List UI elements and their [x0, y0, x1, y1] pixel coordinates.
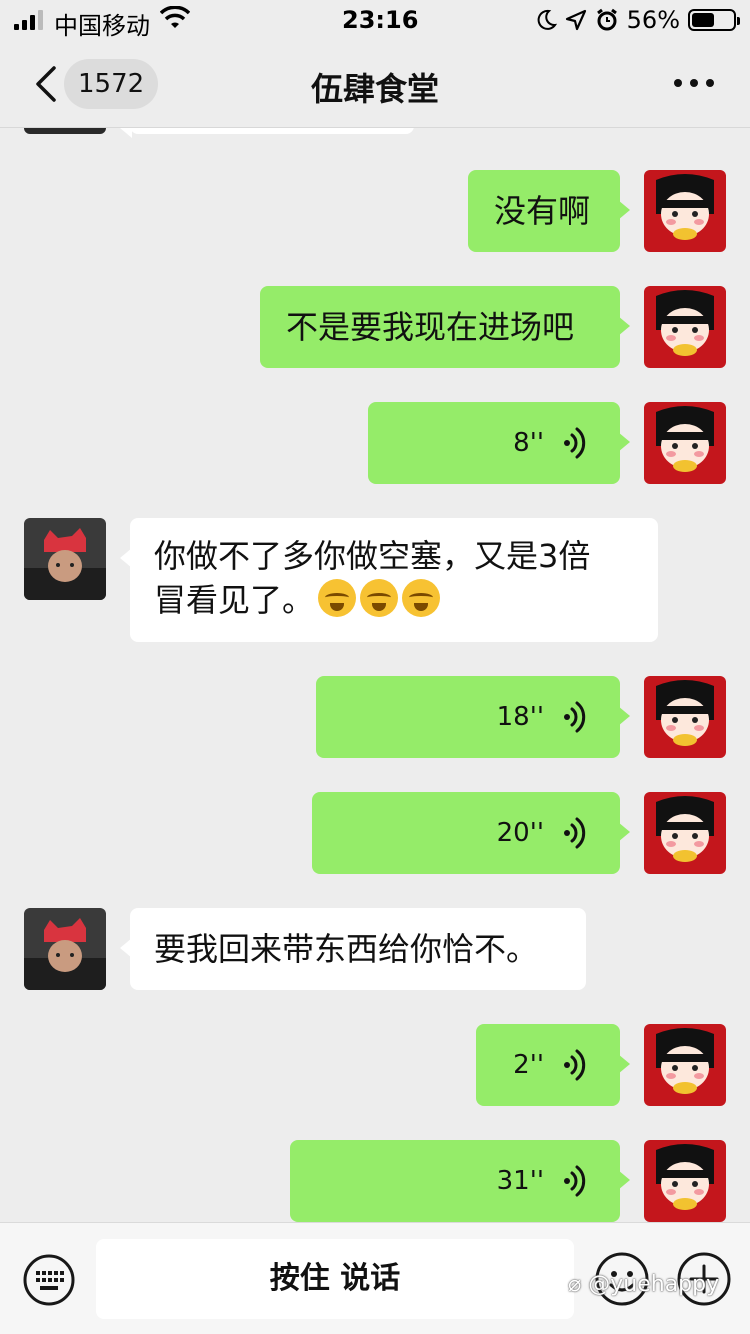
keyboard-icon[interactable] [22, 1253, 76, 1307]
my-avatar[interactable] [644, 286, 726, 368]
battery-percent: 56% [626, 6, 680, 34]
message-bubble-incoming[interactable]: 要我回来带东西给你恰不。 [120, 908, 586, 990]
message-bubble-incoming[interactable]: 你做不了多你做空塞，又是3倍 冒看见了。 [120, 518, 658, 642]
voice-wave-icon [564, 817, 586, 849]
my-avatar[interactable] [644, 676, 726, 758]
message-text: 不是要我现在进场吧 [286, 308, 575, 346]
message-bubble-outgoing[interactable]: 没有啊 [468, 170, 630, 252]
battery-icon [688, 9, 740, 31]
contact-avatar[interactable] [24, 128, 106, 134]
my-avatar[interactable] [644, 170, 726, 252]
message-row: 你做不了多你做空塞，又是3倍 冒看见了。 [0, 518, 750, 642]
message-row: 20'' [0, 792, 750, 874]
alarm-icon [596, 8, 617, 31]
voice-wave-icon [564, 701, 586, 733]
voice-duration: 18'' [496, 702, 544, 732]
message-bubble-outgoing[interactable]: 不是要我现在进场吧 [260, 286, 630, 368]
more-dots-icon[interactable] [672, 70, 716, 96]
message-text-line: 你做不了多你做空塞，又是3倍 [154, 537, 591, 575]
voice-message-bubble[interactable]: 20'' [312, 792, 630, 874]
contact-avatar[interactable] [24, 518, 106, 600]
message-row: 8'' [0, 402, 750, 484]
voice-message-bubble[interactable]: 18'' [316, 676, 630, 758]
message-text: 没有啊 [494, 192, 591, 230]
my-avatar[interactable] [644, 1140, 726, 1222]
message-row: 要我回来带东西给你恰不。 [0, 908, 750, 990]
voice-wave-icon [564, 1049, 586, 1081]
voice-duration: 8'' [513, 428, 544, 458]
voice-message-bubble[interactable]: 8'' [368, 402, 630, 484]
hold-to-talk-button[interactable]: 按住 说话 [96, 1239, 574, 1319]
my-avatar[interactable] [644, 402, 726, 484]
wifi-icon [160, 6, 190, 28]
voice-wave-icon [564, 427, 586, 459]
my-avatar[interactable] [644, 1024, 726, 1106]
voice-duration: 2'' [513, 1050, 544, 1080]
signal-icon [14, 10, 43, 30]
message-text: 要我回来带东西给你恰不。 [154, 930, 539, 968]
status-bar: 中国移动 23:16 56% [0, 0, 750, 40]
message-row: 不是要我现在进场吧 [0, 286, 750, 368]
message-row: 没有啊 [0, 170, 750, 252]
message-row: 31'' [0, 1140, 750, 1222]
message-row: 2'' [0, 1024, 750, 1106]
laughing-tears-emoji [360, 579, 399, 617]
weibo-logo-icon: ⌀ [568, 1272, 582, 1297]
moon-icon [537, 9, 557, 30]
laughing-tears-emoji [318, 579, 357, 617]
voice-duration: 20'' [496, 818, 544, 848]
watermark: ⌀ @yuehappy [568, 1272, 720, 1297]
clock: 23:16 [342, 6, 419, 34]
carrier-name: 中国移动 [54, 12, 150, 40]
laughing-tears-emoji [402, 579, 441, 617]
contact-avatar[interactable] [24, 908, 106, 990]
chat-header: 1572 伍肆食堂 [0, 40, 750, 128]
message-row: 18'' [0, 676, 750, 758]
voice-wave-icon [564, 1165, 586, 1197]
my-avatar[interactable] [644, 792, 726, 874]
message-list[interactable]: 没有啊 不是要我现在进场吧 8'' 你做不了多你做空塞，又是3倍 冒看见了。 1… [0, 128, 750, 1222]
voice-message-bubble[interactable]: 31'' [290, 1140, 630, 1222]
message-text-line: 冒看见了。 [154, 578, 634, 622]
location-icon [565, 9, 586, 31]
chat-title: 伍肆食堂 [310, 70, 439, 108]
voice-duration: 31'' [496, 1166, 544, 1196]
voice-message-bubble[interactable]: 2'' [476, 1024, 630, 1106]
message-bubble-partial [120, 128, 414, 138]
